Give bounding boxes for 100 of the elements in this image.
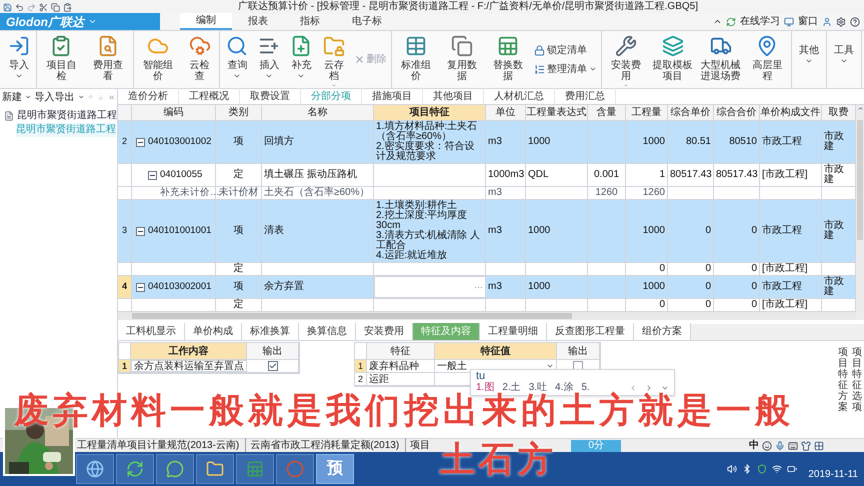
tab[interactable]: 措施项目 [362,88,423,104]
toolbar-button[interactable]: 其他 [794,31,824,88]
toolbar-button[interactable]: 费用查看 [86,31,130,88]
collapse-icon[interactable] [136,138,145,146]
settings-icon[interactable] [836,16,846,26]
speaker-icon[interactable] [727,464,738,474]
tab[interactable]: 人材机汇总 [484,88,555,104]
column-header[interactable]: 单价构成文件 [760,105,822,120]
taskbar-button[interactable] [76,454,114,484]
toolbar-button[interactable]: 整理清单 [532,64,600,74]
microphone-icon[interactable] [775,440,785,450]
toolbar-button[interactable]: 智能组价 [136,31,180,88]
feature-field[interactable]: ··· [374,276,486,298]
tab[interactable]: 报表 [232,13,284,30]
row-number[interactable]: 4 [118,276,132,298]
bluetooth-icon[interactable] [742,464,752,474]
taskbar-button[interactable] [196,454,234,484]
vertical-scrollbar[interactable] [856,105,864,320]
column-header[interactable]: 综合单价 [668,105,714,120]
tree-item[interactable]: 昆明市聚贤街道路工程 [17,109,117,123]
column-header[interactable]: 综合合价 [714,105,760,120]
column-header[interactable]: 编码 [132,105,216,120]
tab[interactable]: 标准换算 [242,323,299,340]
tab[interactable]: 工料机显示 [118,323,185,340]
column-header[interactable]: 工程量表达式 [526,105,588,120]
side-tab[interactable]: 项目特征选项 [852,347,862,413]
column-header[interactable]: 类别 [216,105,262,120]
tab[interactable]: 指标 [284,13,336,30]
toolbar-button[interactable]: 查询 [222,31,252,88]
help-icon[interactable] [850,16,860,26]
column-header[interactable]: 特征值 [435,343,557,359]
import-export-button[interactable]: 导入导出 [34,90,75,104]
horizontal-scrollbar[interactable] [118,312,856,320]
column-header[interactable]: 工作内容 [131,343,247,359]
clipboard-icon[interactable] [63,2,72,12]
column-header[interactable]: 单位 [486,105,526,120]
tab[interactable]: 安装费用 [356,323,413,340]
wifi-icon[interactable] [772,464,782,474]
caret-icon[interactable] [78,93,84,101]
link[interactable]: 在线学习 [740,14,780,29]
toolbar-button[interactable]: 导入 [4,31,34,88]
toolbar-button[interactable]: 补充 [286,31,316,88]
tab[interactable]: 取费设置 [240,88,301,104]
row-number[interactable]: 2 [118,121,132,163]
column-header[interactable]: 项目特征 [374,105,486,120]
user-icon[interactable] [822,16,832,26]
tab[interactable]: 分部分项 [301,88,362,104]
caret-icon[interactable] [25,93,32,101]
expand-icon[interactable] [661,384,669,392]
column-header[interactable]: 输出 [557,343,600,359]
toolbar-button[interactable]: 项目自检 [39,31,84,88]
menu-button[interactable]: 窗口 [798,14,818,29]
toolbar-button[interactable]: 插入 [254,31,284,88]
tab[interactable]: 费用汇总 [555,88,616,104]
taskbar-button[interactable] [156,454,194,484]
battery-icon[interactable] [787,464,798,474]
toolbar-button[interactable]: 替换数据 [486,31,530,88]
column-header[interactable]: 工程量 [626,105,668,120]
tab[interactable]: 组价方案 [634,323,691,340]
checkbox[interactable] [268,361,278,371]
toolbar-button[interactable]: 提取模板项目 [650,31,696,88]
ime-candidate[interactable]: 4.涂 [555,382,574,394]
toolbar-button[interactable]: 云存档 [318,31,350,88]
tab[interactable]: 其他项目 [423,88,484,104]
tab[interactable]: 工程概况 [179,88,240,104]
scroll-up-icon[interactable] [856,105,864,112]
column-header[interactable]: 输出 [247,343,299,359]
collapse-icon[interactable] [136,226,145,236]
toolbar-button[interactable]: 安装费用 [604,31,648,88]
scissors-icon[interactable] [39,2,48,12]
smiley-icon[interactable] [762,440,772,450]
keyboard-icon[interactable] [788,440,798,450]
tab[interactable]: 电子标 [336,13,398,30]
ime-status[interactable]: 中 [749,438,759,453]
copy-icon[interactable] [51,2,60,12]
ime-candidate[interactable]: 3.吐 [528,382,548,394]
tab[interactable]: 反查图形工程量 [547,323,634,340]
collapse-icon[interactable] [136,282,145,292]
ime-candidate[interactable]: 2.土 [502,382,521,394]
dropdown-field[interactable]: 一般土 [437,360,554,372]
toolbar-button[interactable]: 工具 [829,31,860,88]
column-header[interactable]: 特征 [367,343,435,359]
side-tab[interactable]: 项目特征方案 [838,347,848,413]
toolbar-button[interactable]: 云检查 [182,31,218,88]
toolbar-button[interactable]: 复用数据 [440,31,484,88]
ime-candidate[interactable]: 1.图 [476,382,494,394]
taskbar-button[interactable] [116,454,154,484]
toolbar-button[interactable]: 标准组价 [394,31,438,88]
toolbar-button[interactable]: 锁定清单 [532,44,600,56]
shirt-icon[interactable] [801,440,811,450]
tab[interactable]: 单价构成 [185,323,242,340]
row-number[interactable]: 3 [118,200,132,262]
new-button[interactable]: 新建 [2,90,22,104]
undo-icon[interactable] [15,2,24,12]
save-icon[interactable] [3,2,12,12]
tab[interactable]: 造价分析 [118,88,179,104]
column-header[interactable]: 含量 [588,105,626,120]
toolbar-button[interactable]: 大型机械进退场费 [698,31,744,88]
shield-icon[interactable] [757,464,768,474]
next-icon[interactable] [645,384,653,392]
